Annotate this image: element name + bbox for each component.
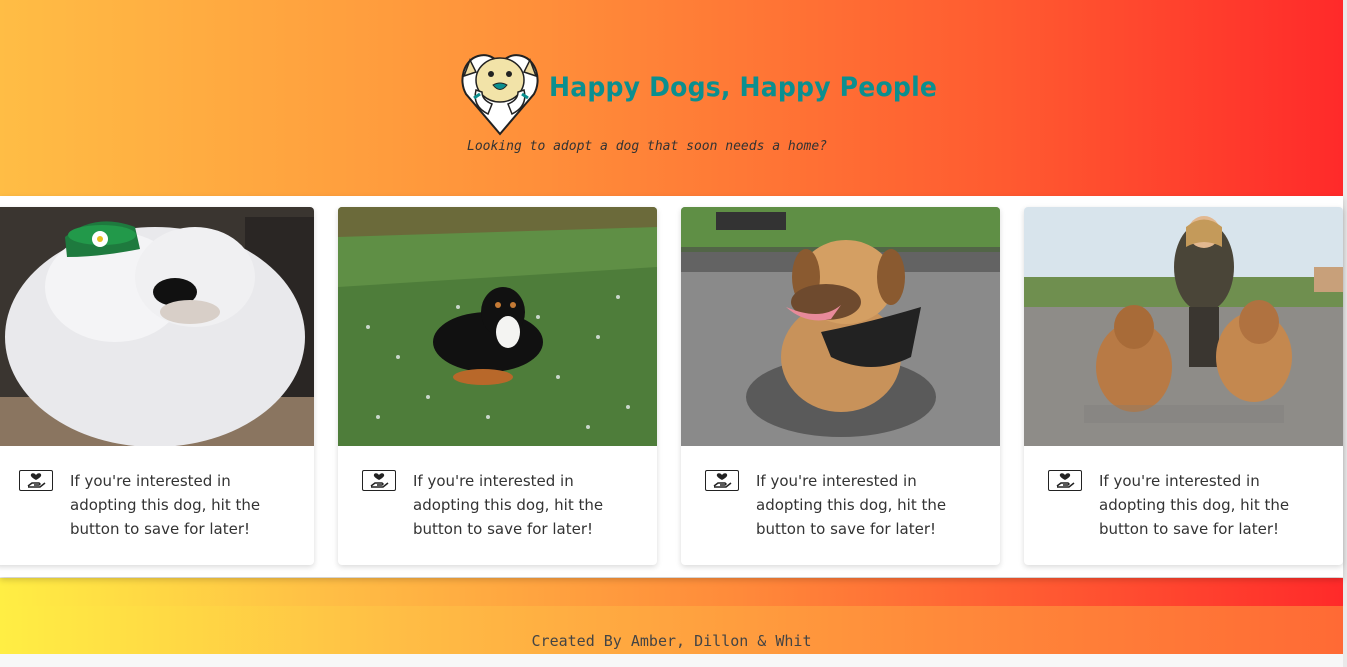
dog-heart-logo-icon	[460, 50, 540, 136]
gradient-band	[0, 578, 1343, 606]
dog-card: If you're interested in adopting this do…	[0, 207, 314, 565]
dog-photo	[681, 207, 1000, 446]
page-scrollbar[interactable]	[1343, 0, 1347, 667]
card-text: If you're interested in adopting this do…	[756, 472, 947, 538]
footer-credits: Created By Amber, Dillon & Whit	[531, 632, 812, 650]
save-for-later-button[interactable]	[19, 470, 53, 491]
card-text: If you're interested in adopting this do…	[70, 472, 261, 538]
card-text: If you're interested in adopting this do…	[413, 472, 604, 538]
save-for-later-button[interactable]	[705, 470, 739, 491]
save-for-later-button[interactable]	[1048, 470, 1082, 491]
save-for-later-button[interactable]	[362, 470, 396, 491]
card-body: If you're interested in adopting this do…	[1024, 446, 1343, 565]
hand-heart-icon	[706, 473, 738, 493]
dog-card: If you're interested in adopting this do…	[338, 207, 657, 565]
dog-photo	[1024, 207, 1343, 446]
dog-photo	[0, 207, 314, 447]
dog-card: If you're interested in adopting this do…	[681, 207, 1000, 565]
hand-heart-icon	[363, 473, 395, 493]
hand-heart-icon	[1049, 473, 1081, 493]
card-body: If you're interested in adopting this do…	[0, 446, 314, 565]
site-title: Happy Dogs, Happy People	[549, 72, 938, 103]
dog-card: If you're interested in adopting this do…	[1024, 207, 1343, 565]
hand-heart-icon	[20, 473, 52, 493]
card-text: If you're interested in adopting this do…	[1099, 472, 1290, 538]
dog-photo	[338, 207, 657, 446]
bottom-strip	[0, 654, 1343, 667]
header: Happy Dogs, Happy People Looking to adop…	[0, 0, 1343, 196]
footer: Created By Amber, Dillon & Whit	[0, 606, 1343, 654]
card-body: If you're interested in adopting this do…	[338, 446, 657, 565]
card-body: If you're interested in adopting this do…	[681, 446, 1000, 565]
site-tagline: Looking to adopt a dog that soon needs a…	[467, 139, 828, 154]
